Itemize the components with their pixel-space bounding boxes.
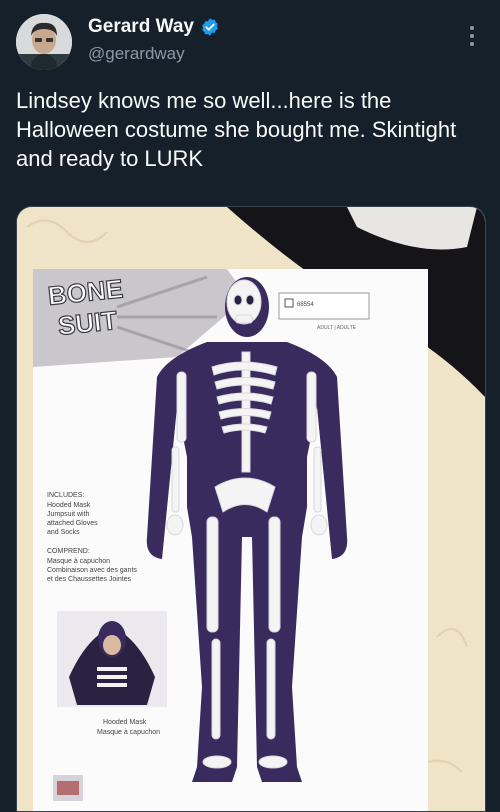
author-handle[interactable]: @gerardway [88, 44, 185, 64]
author-display-name[interactable]: Gerard Way [88, 16, 194, 38]
mask-caption-fr: Masque à capuchon [97, 729, 160, 736]
size-label: ADULT | ADULTE [317, 325, 357, 331]
comprend-item-1: Masque à capuchon [47, 558, 110, 565]
logo-line2: SUIT [56, 305, 118, 341]
includes-item-1: Hooded Mask [47, 502, 91, 509]
mask-caption-en: Hooded Mask [103, 719, 147, 726]
comprend-title: COMPREND: [47, 548, 90, 555]
includes-title: INCLUDES: [47, 492, 84, 499]
avatar[interactable] [16, 14, 72, 70]
costume-package-photo: BONE SUIT 68554 ADULT | ADULTE INCLUDES:… [17, 207, 485, 811]
includes-item-4: and Socks [47, 529, 80, 536]
tweet-text: Lindsey knows me so well...here is the H… [16, 88, 457, 171]
includes-item-2: Jumpsuit with [47, 511, 90, 518]
more-options-icon[interactable] [462, 26, 482, 50]
avatar-image [16, 14, 72, 70]
verified-badge-icon [202, 18, 218, 36]
tweet-media-photo[interactable]: BONE SUIT 68554 ADULT | ADULTE INCLUDES:… [16, 206, 486, 812]
author-name-row: Gerard Way [88, 16, 220, 38]
comprend-item-3: et des Chaussettes Jointes [47, 576, 132, 583]
size-code: 68554 [297, 302, 314, 308]
tweet-header: Gerard Way @gerardway [0, 0, 500, 80]
mask-inset-photo [57, 611, 167, 707]
includes-item-3: attached Gloves [47, 520, 98, 527]
comprend-item-2: Combinaison avec des gants [47, 567, 137, 574]
